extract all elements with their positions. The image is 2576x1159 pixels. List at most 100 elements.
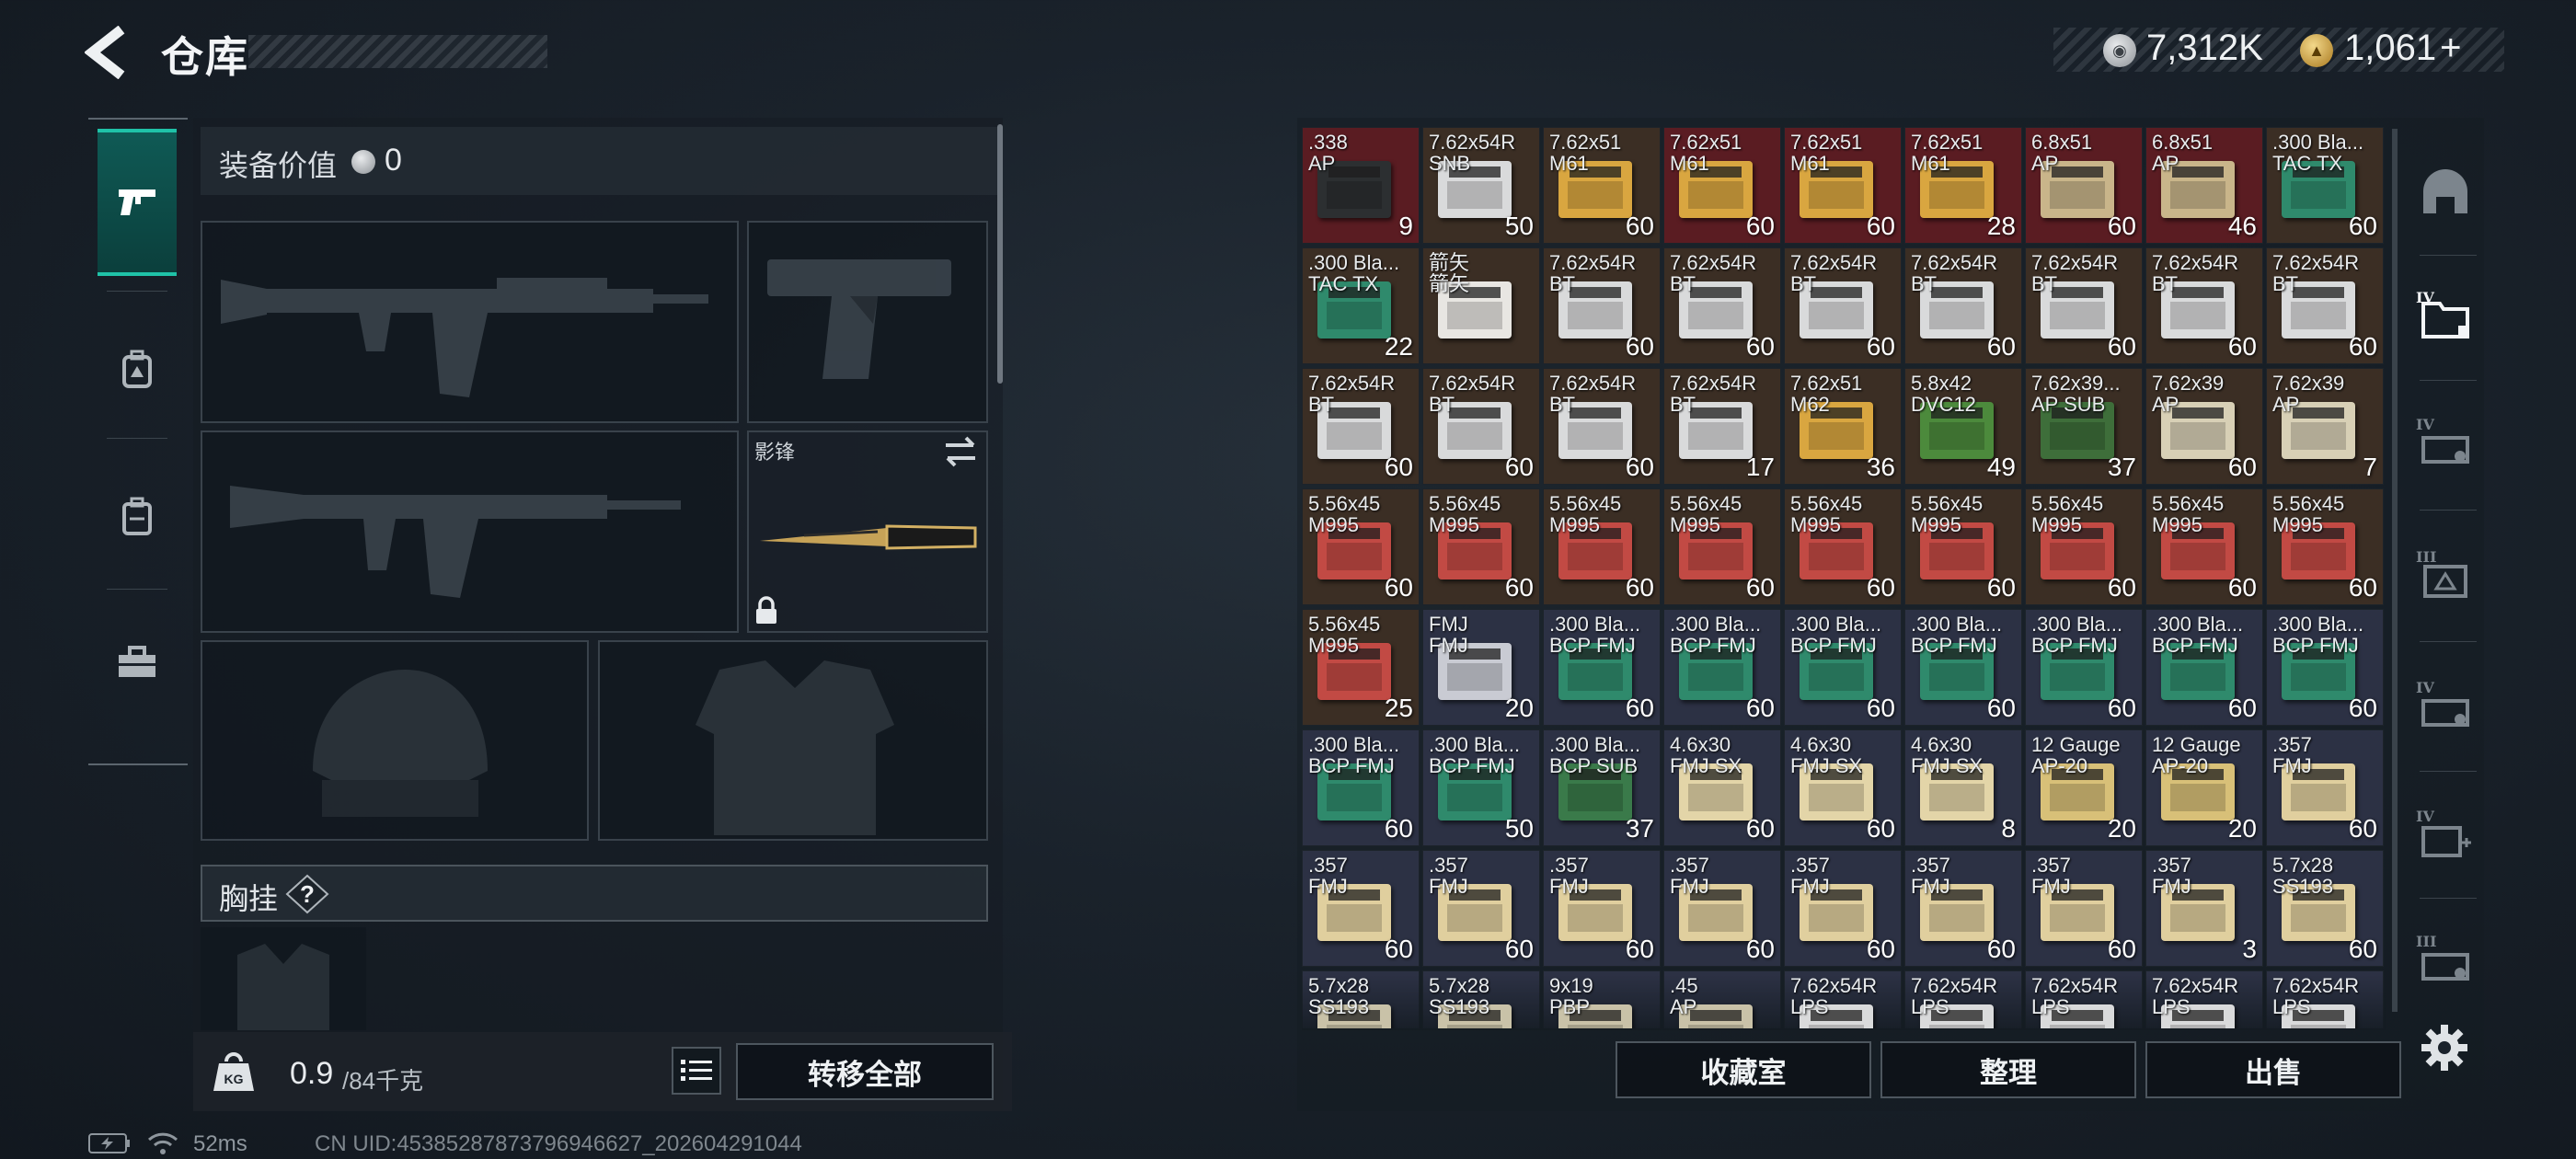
stash-item[interactable]: 7.62x54R BT 60 [1543, 368, 1661, 485]
stash-item[interactable]: 7.62x39 AP 7 [2266, 368, 2384, 485]
chest-rig-slot[interactable] [201, 927, 366, 1030]
stash-item[interactable]: .300 Bla... BCP FMJ 60 [2145, 609, 2263, 726]
stash-item[interactable]: 7.62x54R BT 60 [1904, 247, 2022, 364]
stash-item[interactable]: .300 Bla... BCP FMJ 50 [1422, 729, 1540, 846]
stash-item[interactable]: .300 Bla... BCP FMJ 60 [1543, 609, 1661, 726]
stash-item[interactable]: 12 Gauge AP-20 20 [2025, 729, 2143, 846]
stash-item[interactable]: 7.62x39 AP 60 [2145, 368, 2263, 485]
stash-item[interactable]: 7.62x54R BT 17 [1663, 368, 1781, 485]
stash-item[interactable]: 6.8x51 AP 46 [2145, 127, 2263, 244]
stash-item[interactable]: .338 AP 9 [1302, 127, 1420, 244]
storage-tab-7[interactable]: III [2414, 929, 2477, 992]
swap-icon[interactable] [942, 436, 979, 467]
stash-item[interactable]: .357 FMJ 60 [1422, 850, 1540, 967]
help-icon[interactable]: ? [285, 874, 329, 914]
primary-weapon-slot-2[interactable] [201, 430, 739, 633]
stash-item[interactable]: 7.62x54R BT 60 [2145, 247, 2263, 364]
stash-item[interactable]: 5.56x45 M995 60 [2145, 488, 2263, 605]
sell-button[interactable]: 出售 [2145, 1041, 2401, 1098]
stash-item[interactable]: .357 FMJ 60 [1543, 850, 1661, 967]
stash-item[interactable]: .300 Bla... BCP FMJ 60 [1784, 609, 1902, 726]
stash-item[interactable]: .300 Bla... TAC TX 60 [2266, 127, 2384, 244]
stash-item[interactable]: 5.7x28 SS193 60 [2266, 850, 2384, 967]
body-armor-slot[interactable] [598, 640, 988, 841]
stash-item[interactable]: 7.62x54R BT 60 [1302, 368, 1420, 485]
stash-item[interactable]: 4.6x30 FMJ SX 60 [1663, 729, 1781, 846]
category-backpack[interactable] [98, 443, 177, 591]
stash-item[interactable]: .45 AP [1663, 970, 1781, 1028]
stash-item[interactable]: 9x19 PBP [1543, 970, 1661, 1028]
stash-item[interactable]: 7.62x54R BT 60 [1663, 247, 1781, 364]
stash-item[interactable]: 7.62x51 M61 60 [1543, 127, 1661, 244]
stash-item[interactable]: 5.8x42 DVC12 49 [1904, 368, 2022, 485]
gear-icon[interactable] [2420, 1023, 2469, 1073]
helmet-slot[interactable] [201, 640, 589, 841]
stash-item[interactable]: 7.62x51 M61 60 [1663, 127, 1781, 244]
stash-item[interactable]: 5.56x45 M995 60 [1302, 488, 1420, 605]
stash-item[interactable]: 5.7x28 SS193 [1422, 970, 1540, 1028]
stash-item[interactable]: .357 FMJ 60 [2025, 850, 2143, 967]
equipment-scrollbar[interactable] [997, 124, 1003, 384]
primary-weapon-slot-1[interactable] [201, 221, 739, 423]
stash-item[interactable]: FMJ FMJ 20 [1422, 609, 1540, 726]
stash-item[interactable]: 5.7x28 SS193 [1302, 970, 1420, 1028]
gold-topup-plus[interactable]: + [2440, 28, 2461, 68]
stash-item[interactable]: .357 FMJ 60 [1663, 850, 1781, 967]
stash-item[interactable]: 4.6x30 FMJ SX 60 [1784, 729, 1902, 846]
list-view-button[interactable] [672, 1047, 721, 1095]
stash-item[interactable]: 7.62x39... AP SUB 37 [2025, 368, 2143, 485]
category-weapons[interactable] [98, 129, 177, 276]
stash-item[interactable]: 6.8x51 AP 60 [2025, 127, 2143, 244]
stash-item[interactable]: .357 FMJ 60 [2266, 729, 2384, 846]
back-button[interactable] [84, 25, 136, 80]
stash-item[interactable]: .300 Bla... BCP FMJ 60 [1302, 729, 1420, 846]
storage-tab-6[interactable]: IV [2414, 804, 2477, 866]
vault-button[interactable]: 收藏室 [1616, 1041, 1871, 1098]
stash-scrollbar[interactable] [2392, 129, 2398, 1012]
category-toolbox[interactable] [98, 589, 177, 736]
stash-item[interactable]: 7.62x54R LPS [2266, 970, 2384, 1028]
stash-item[interactable]: 箭矢 箭矢 [1422, 247, 1540, 364]
stash-item[interactable]: 5.56x45 M995 60 [2266, 488, 2384, 605]
stash-item[interactable]: 5.56x45 M995 60 [1422, 488, 1540, 605]
stash-item[interactable]: .300 Bla... BCP FMJ 60 [1904, 609, 2022, 726]
stash-item[interactable]: 7.62x54R LPS [1904, 970, 2022, 1028]
storage-tab-3[interactable]: IV [2414, 412, 2477, 475]
stash-item[interactable]: 7.62x54R LPS [1784, 970, 1902, 1028]
stash-item[interactable]: 7.62x54R LPS [2145, 970, 2263, 1028]
stash-item[interactable]: 5.56x45 M995 60 [2025, 488, 2143, 605]
transfer-all-button[interactable]: 转移全部 [736, 1043, 994, 1100]
stash-item[interactable]: .357 FMJ 60 [1302, 850, 1420, 967]
stash-item[interactable]: .300 Bla... BCP FMJ 60 [1663, 609, 1781, 726]
category-backpack-rig[interactable] [98, 296, 177, 443]
stash-item[interactable]: 7.62x54R BT 60 [1422, 368, 1540, 485]
storage-tab-4[interactable]: III [2414, 545, 2477, 607]
stash-item[interactable]: 7.62x54R LPS [2025, 970, 2143, 1028]
stash-item[interactable]: 7.62x54R SNB 50 [1422, 127, 1540, 244]
stash-item[interactable]: .357 FMJ 3 [2145, 850, 2263, 967]
storage-tab-5[interactable]: IV [2414, 675, 2477, 738]
stash-item[interactable]: 12 Gauge AP-20 20 [2145, 729, 2263, 846]
stash-item[interactable]: 5.56x45 M995 60 [1784, 488, 1902, 605]
stash-item[interactable]: 5.56x45 M995 60 [1663, 488, 1781, 605]
stash-item[interactable]: 7.62x54R BT 60 [1543, 247, 1661, 364]
stash-item[interactable]: 7.62x51 M61 60 [1784, 127, 1902, 244]
stash-item[interactable]: .300 Bla... TAC TX 22 [1302, 247, 1420, 364]
stash-item[interactable]: 7.62x54R BT 60 [2025, 247, 2143, 364]
stash-item[interactable]: .300 Bla... BCP FMJ 60 [2266, 609, 2384, 726]
stash-item[interactable]: 5.56x45 M995 60 [1543, 488, 1661, 605]
stash-item[interactable]: 7.62x51 M61 28 [1904, 127, 2022, 244]
stash-item[interactable]: 5.56x45 M995 60 [1904, 488, 2022, 605]
stash-item[interactable]: 7.62x54R BT 60 [2266, 247, 2384, 364]
stash-item[interactable]: 5.56x45 M995 25 [1302, 609, 1420, 726]
storage-tab-1[interactable] [2414, 162, 2477, 224]
storage-tab-2[interactable]: IV [2414, 285, 2477, 348]
stash-item[interactable]: .300 Bla... BCP SUB 37 [1543, 729, 1661, 846]
stash-item[interactable]: 4.6x30 FMJ SX 8 [1904, 729, 2022, 846]
stash-item[interactable]: 7.62x51 M62 36 [1784, 368, 1902, 485]
pistol-slot[interactable] [747, 221, 988, 423]
stash-item[interactable]: 7.62x54R BT 60 [1784, 247, 1902, 364]
gold-balance[interactable]: 1,061 + [2344, 28, 2461, 69]
stash-item[interactable]: .300 Bla... BCP FMJ 60 [2025, 609, 2143, 726]
sort-button[interactable]: 整理 [1880, 1041, 2136, 1098]
